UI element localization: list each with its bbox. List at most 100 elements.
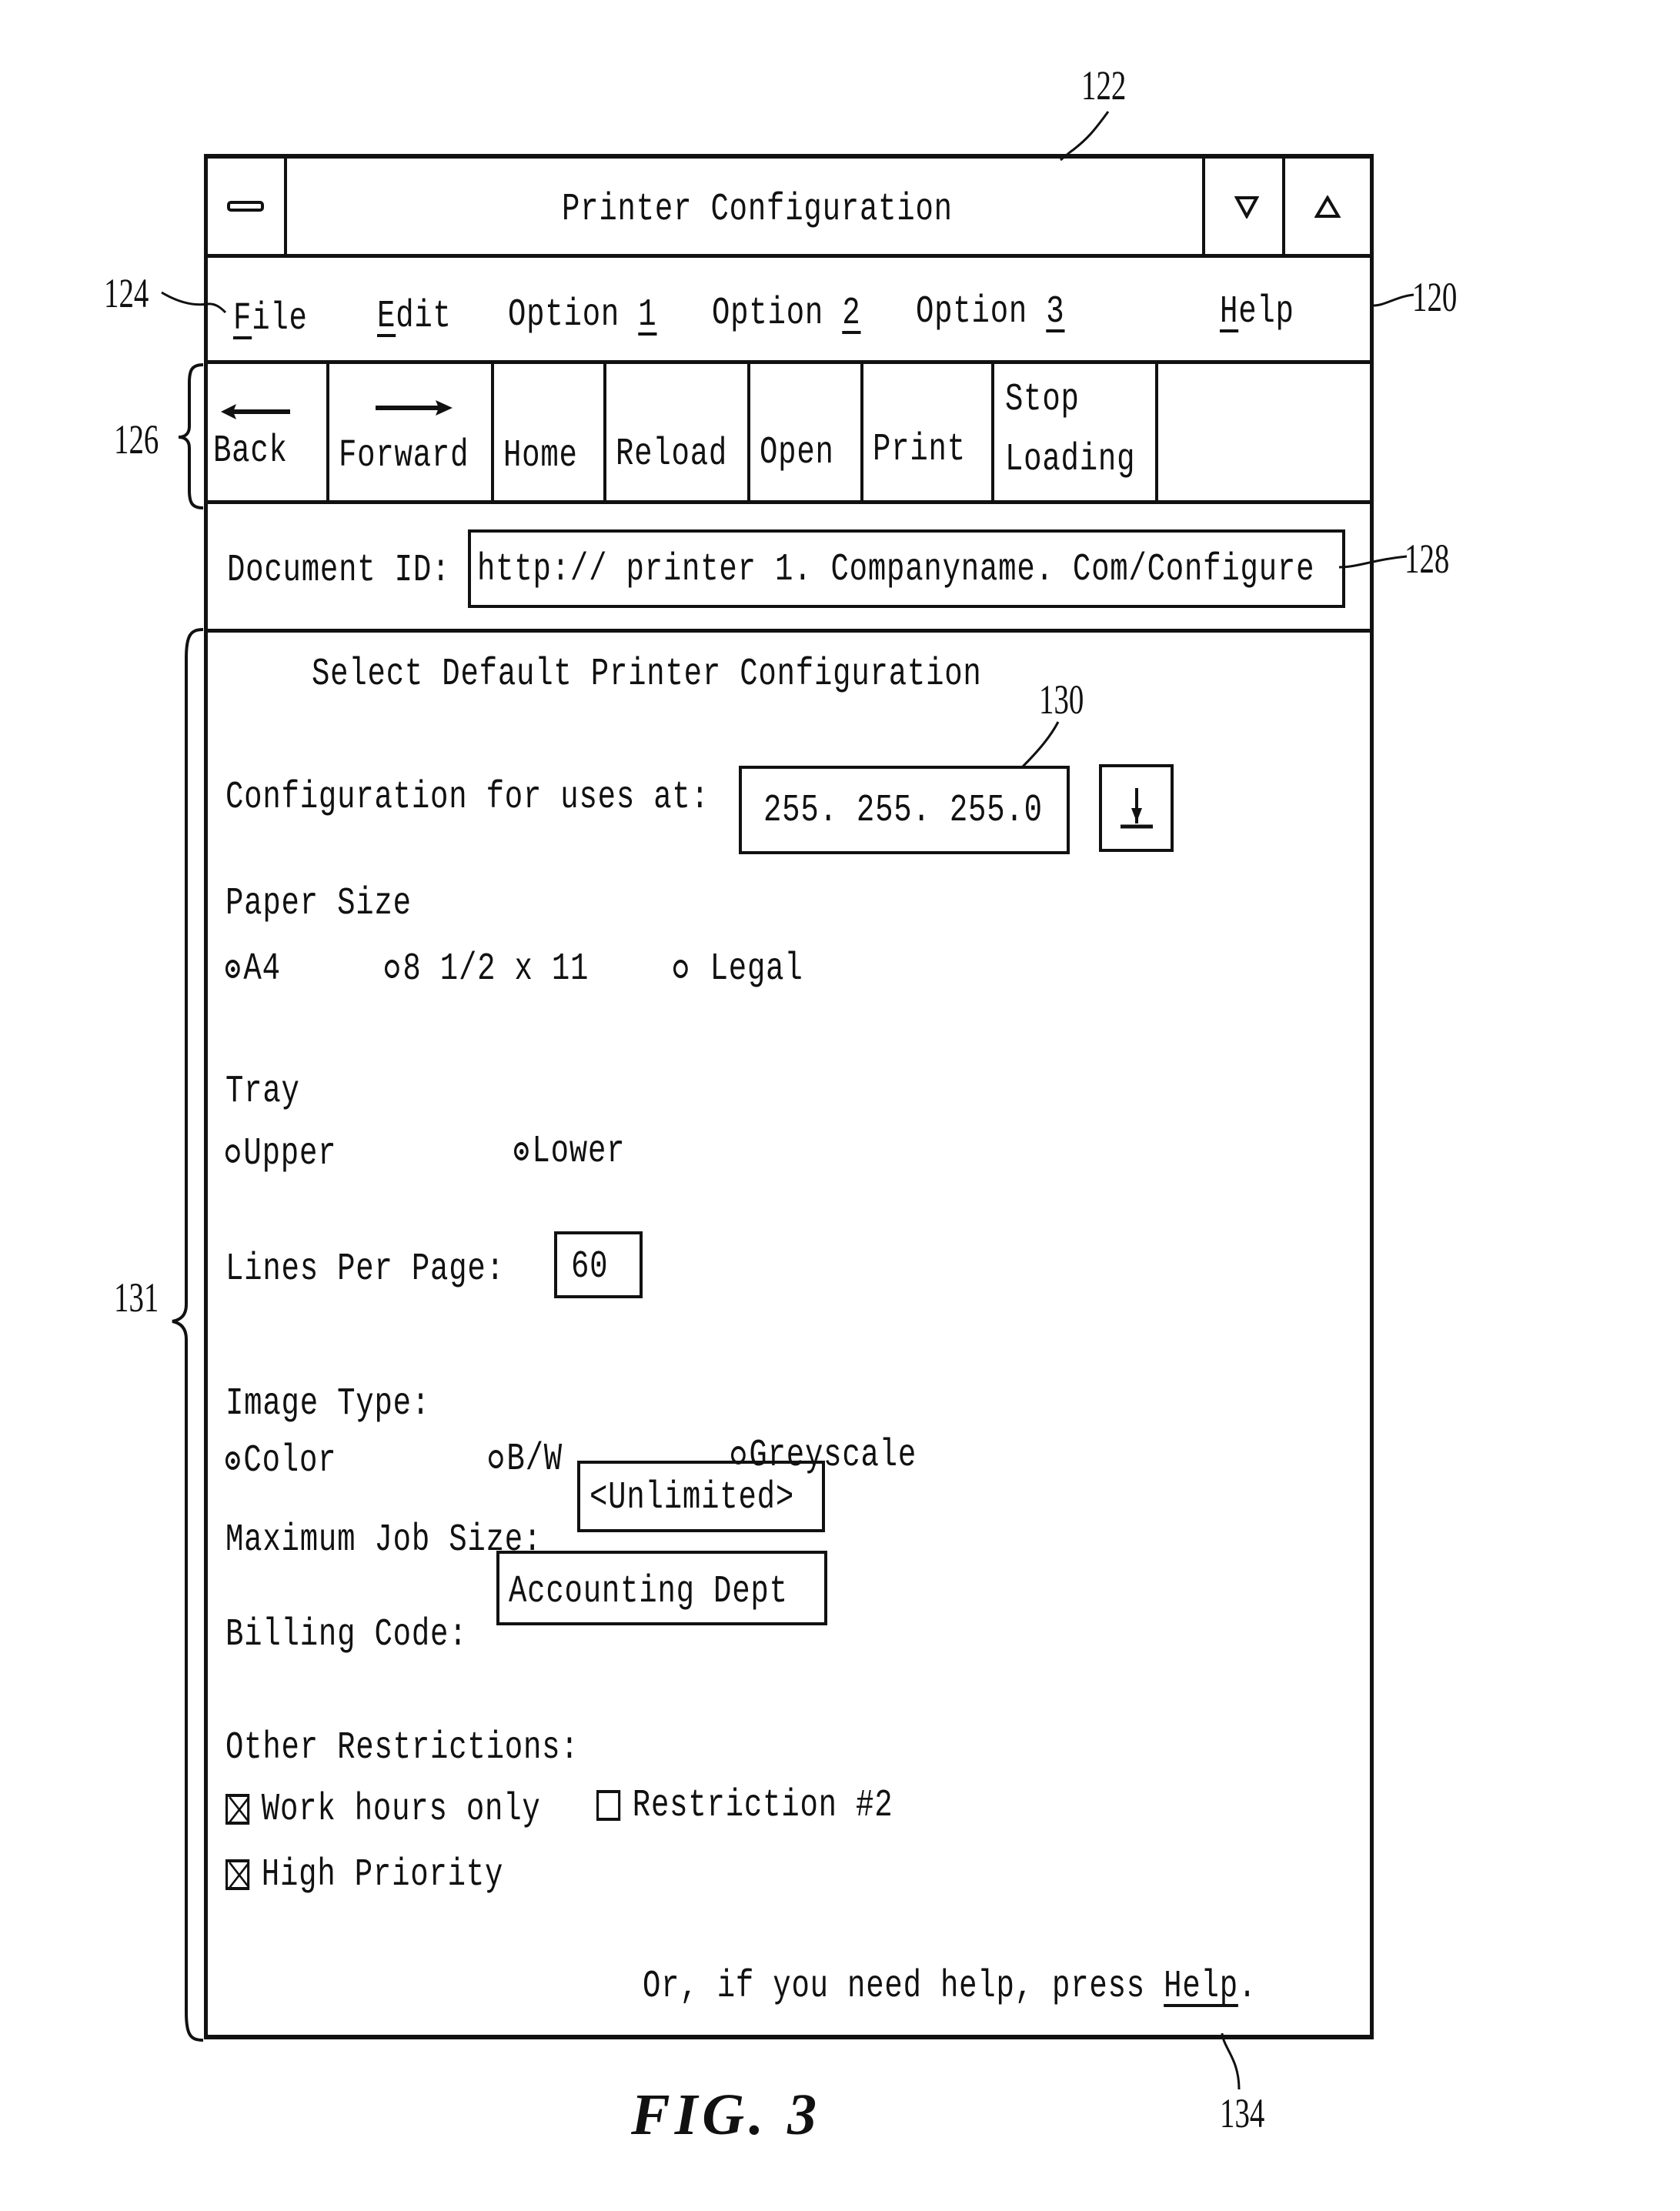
checkbox-checked-icon [225, 1859, 250, 1890]
checkbox-icon [596, 1789, 621, 1821]
tray-upper[interactable]: Upper [225, 1135, 336, 1174]
document-id-input[interactable]: http:// printer 1. Companyname. Com/Conf… [468, 529, 1345, 608]
checkbox-checked-icon [225, 1793, 250, 1825]
menu-item-option-1[interactable]: Option 1 [508, 296, 656, 335]
config-for-label: Configuration for uses at: [225, 776, 710, 820]
home-button[interactable]: Home [494, 364, 606, 500]
help-link[interactable]: Help [1164, 1965, 1238, 2009]
document-id-value: http:// printer 1. Companyname. Com/Conf… [477, 548, 1315, 592]
scroll-down-button[interactable] [1202, 159, 1285, 254]
billing-code-value: Accounting Dept [509, 1570, 788, 1614]
figure-caption: FIG. 3 [631, 2082, 822, 2147]
triangle-down-icon [1234, 196, 1259, 219]
address-row: Document ID: http:// printer 1. Companyn… [204, 504, 1374, 633]
back-button[interactable]: Back [204, 364, 329, 500]
paper-size-letter[interactable]: 8 1/2 x 11 [385, 950, 589, 989]
ref-label-120: 120 [1412, 274, 1458, 320]
leader-line-128 [1339, 555, 1408, 569]
tray-lower[interactable]: Lower [514, 1133, 625, 1171]
menu-item-option-2[interactable]: Option 2 [712, 295, 860, 333]
arrow-left-icon [221, 404, 290, 419]
option-label: Restriction #2 [632, 1784, 893, 1828]
stop-label: Stop [1005, 378, 1080, 422]
radio-icon [385, 959, 399, 978]
billing-code-label: Billing Code: [225, 1613, 468, 1657]
option-label: A4 [243, 947, 281, 991]
loading-label: Loading [1005, 438, 1136, 482]
radio-selected-icon [225, 959, 240, 978]
home-label: Home [503, 434, 578, 478]
triangle-up-icon [1314, 195, 1341, 218]
paper-size-a4[interactable]: A4 [225, 950, 281, 989]
window-title: Printer Configuration [562, 188, 953, 232]
ref-label-131: 131 [114, 1274, 159, 1321]
checkbox-restriction-2[interactable]: Restriction #2 [596, 1787, 893, 1825]
config-address-input[interactable]: 255. 255. 255.0 [739, 766, 1070, 854]
toolbar: Back Forward Home Reload Open Print Stop… [204, 364, 1374, 504]
leader-line-124 [161, 291, 227, 314]
ref-label-128: 128 [1404, 536, 1450, 582]
help-text-prefix: Or, if you need help, press [643, 1965, 1164, 2009]
option-label: High Priority [261, 1853, 504, 1897]
print-button[interactable]: Print [863, 364, 994, 500]
arrow-right-icon [376, 400, 453, 416]
stop-loading-button[interactable]: Stop Loading [994, 364, 1158, 500]
radio-icon [489, 1449, 503, 1468]
option-label: Color [243, 1439, 337, 1483]
menu-item-option-3[interactable]: Option 3 [916, 293, 1064, 332]
lines-per-page-input[interactable]: 60 [554, 1231, 643, 1298]
help-text: Or, if you need help, press Help. [643, 1968, 1257, 2006]
help-text-suffix: . [1237, 1965, 1257, 2009]
forward-button[interactable]: Forward [329, 364, 494, 500]
back-label: Back [213, 429, 288, 473]
radio-selected-icon [514, 1141, 529, 1161]
menu-item-file[interactable]: File [233, 300, 308, 339]
checkbox-work-hours[interactable]: Work hours only [225, 1791, 541, 1829]
max-job-size-input[interactable]: <Unlimited> [577, 1461, 825, 1532]
option-label: Lower [532, 1130, 626, 1174]
reload-button[interactable]: Reload [606, 364, 750, 500]
content-panel: Select Default Printer Configuration Con… [204, 633, 1374, 2039]
paper-size-legal[interactable]: Legal [673, 950, 803, 989]
image-type-label: Image Type: [225, 1382, 431, 1426]
content-heading: Select Default Printer Configuration [312, 653, 982, 696]
max-job-size-label: Maximum Job Size: [225, 1518, 543, 1562]
brace-131 [172, 628, 204, 2042]
leader-line-122 [1060, 111, 1110, 162]
leader-line-134 [1221, 2032, 1241, 2090]
other-restrictions-label: Other Restrictions: [225, 1726, 579, 1770]
system-menu-button[interactable] [204, 159, 287, 254]
radio-icon [225, 1144, 240, 1163]
lines-per-page-value: 60 [571, 1245, 609, 1289]
billing-code-input[interactable]: Accounting Dept [496, 1551, 827, 1625]
leader-line-130 [1020, 721, 1060, 769]
reload-label: Reload [616, 433, 728, 476]
open-button[interactable]: Open [750, 364, 863, 500]
tray-label: Tray [225, 1070, 300, 1114]
checkbox-high-priority[interactable]: High Priority [225, 1856, 503, 1895]
image-type-bw[interactable]: B/W [489, 1441, 563, 1479]
minimize-bar-icon [227, 201, 264, 212]
option-label: 8 1/2 x 11 [402, 947, 590, 991]
ref-label-124: 124 [104, 270, 149, 316]
ref-label-130: 130 [1039, 676, 1084, 723]
option-label: Legal [710, 947, 803, 991]
ref-label-134: 134 [1220, 2090, 1265, 2136]
brace-126 [178, 363, 204, 509]
image-type-color[interactable]: Color [225, 1442, 336, 1481]
scroll-up-button[interactable] [1285, 159, 1370, 254]
menu-item-help[interactable]: Help [1220, 293, 1294, 332]
forward-label: Forward [339, 434, 469, 478]
menu-item-edit[interactable]: Edit [377, 298, 452, 336]
config-address-dropdown[interactable] [1099, 764, 1174, 852]
lines-per-page-label: Lines Per Page: [225, 1247, 505, 1291]
document-id-label: Document ID: [227, 549, 451, 593]
ref-label-126: 126 [114, 416, 159, 463]
open-label: Open [760, 431, 834, 475]
title-bar: Printer Configuration [204, 154, 1374, 258]
option-label: Upper [243, 1132, 337, 1176]
option-label: B/W [506, 1438, 563, 1481]
download-arrow-icon [1121, 788, 1153, 829]
menu-bar: File Edit Option 1 Option 2 Option 3 Hel… [204, 258, 1374, 364]
config-address-value: 255. 255. 255.0 [763, 789, 1043, 833]
